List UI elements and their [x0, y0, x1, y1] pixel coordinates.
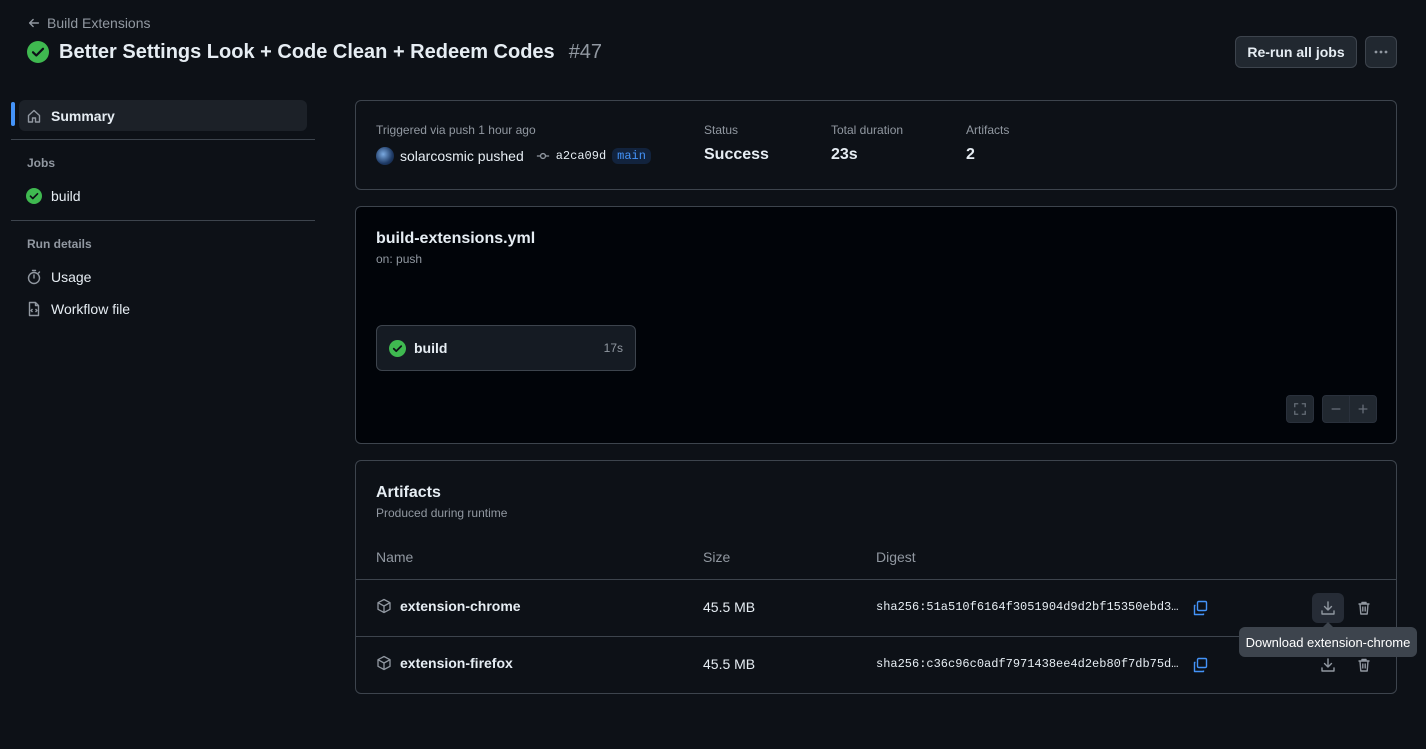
column-header-name: Name [376, 549, 414, 565]
sidebar-item-usage[interactable]: Usage [19, 261, 307, 292]
download-icon [1321, 601, 1335, 615]
rerun-all-jobs-button[interactable]: Re-run all jobs [1235, 36, 1357, 68]
stopwatch-icon [27, 269, 41, 284]
artifact-name-label[interactable]: extension-chrome [400, 598, 521, 614]
artifact-size: 45.5 MB [703, 599, 756, 615]
job-name: build [414, 340, 448, 356]
run-number: #47 [568, 40, 603, 63]
file-code-icon [28, 301, 40, 316]
download-artifact-button[interactable] [1312, 593, 1344, 623]
artifact-digest: sha256:c36c96c0adf7971438ee4d2eb80f7db75… [876, 657, 1181, 671]
minus-icon [1331, 408, 1341, 410]
page-title: Better Settings Look + Code Clean + Rede… [59, 40, 555, 63]
home-icon [27, 109, 41, 123]
zoom-out-button[interactable] [1322, 395, 1350, 423]
workflow-graph-panel: build-extensions.yml on: push build 17s [355, 206, 1397, 444]
copy-digest-button[interactable] [1184, 650, 1216, 680]
artifacts-subtitle: Produced during runtime [376, 506, 508, 520]
workflow-trigger: on: push [376, 252, 423, 266]
sidebar-item-label: Summary [51, 107, 115, 124]
zoom-in-button[interactable] [1349, 395, 1377, 423]
success-check-icon [27, 41, 49, 63]
sidebar-item-build[interactable]: build [19, 180, 307, 211]
copy-icon [1193, 600, 1208, 616]
artifacts-count-label: Artifacts [966, 123, 1010, 137]
active-indicator [11, 102, 15, 126]
column-header-digest: Digest [876, 549, 916, 565]
success-check-icon [26, 187, 42, 204]
job-duration: 17s [603, 341, 623, 355]
delete-artifact-button[interactable] [1348, 593, 1380, 623]
copy-icon [1193, 657, 1208, 673]
download-icon [1321, 658, 1335, 672]
trigger-text: Triggered via push 1 hour ago [376, 123, 536, 137]
fullscreen-icon [1294, 403, 1306, 415]
more-options-button[interactable] [1365, 36, 1397, 68]
sidebar-jobs-heading: Jobs [27, 156, 56, 170]
branch-badge[interactable]: main [612, 148, 651, 164]
back-link[interactable]: Build Extensions [27, 13, 151, 33]
status-label: Status [704, 123, 739, 137]
artifact-name[interactable]: extension-chrome [376, 598, 521, 614]
artifacts-panel: Artifacts Produced during runtime Name S… [355, 460, 1397, 694]
run-summary-panel: Triggered via push 1 hour ago solarcosmi… [355, 100, 1397, 190]
sidebar-divider [11, 139, 315, 140]
avatar[interactable] [376, 147, 394, 165]
artifact-name[interactable]: extension-firefox [376, 655, 513, 671]
artifact-digest: sha256:51a510f6164f3051904d9d2bf15350ebd… [876, 600, 1181, 614]
plus-icon [1358, 404, 1368, 414]
package-icon [377, 598, 391, 614]
actor-name[interactable]: solarcosmic pushed [400, 148, 524, 164]
trash-icon [1358, 601, 1370, 615]
workflow-file-name: build-extensions.yml [376, 230, 536, 247]
duration-value: 23s [831, 146, 858, 163]
artifacts-title: Artifacts [376, 484, 441, 501]
duration-label: Total duration [831, 123, 904, 137]
download-tooltip: Download extension-chrome [1239, 622, 1417, 657]
sidebar-item-label: Usage [51, 268, 92, 285]
package-icon [377, 655, 391, 671]
sidebar-item-workflow-file[interactable]: Workflow file [19, 293, 307, 324]
sidebar-divider [11, 220, 315, 221]
commit-sha-link[interactable]: a2ca09d [556, 149, 606, 163]
trash-icon [1358, 658, 1370, 672]
fullscreen-button[interactable] [1286, 395, 1314, 423]
back-link-label[interactable]: Build Extensions [47, 15, 151, 31]
git-commit-icon [536, 152, 549, 160]
kebab-horizontal-icon [1374, 50, 1388, 54]
run-title-row: Better Settings Look + Code Clean + Rede… [27, 38, 602, 66]
column-header-size: Size [703, 549, 731, 565]
sidebar-item-summary[interactable]: Summary [19, 100, 307, 131]
status-value: Success [704, 146, 769, 163]
arrow-left-icon [28, 18, 40, 28]
success-check-icon [389, 339, 406, 357]
sidebar-run-details-heading: Run details [27, 237, 92, 251]
sidebar-item-label: Workflow file [51, 300, 131, 317]
sidebar-item-label: build [51, 187, 81, 204]
artifact-name-label[interactable]: extension-firefox [400, 655, 513, 671]
artifact-size: 45.5 MB [703, 656, 756, 672]
trigger-details: solarcosmic pushed a2ca09d main [376, 147, 651, 165]
copy-digest-button[interactable] [1184, 593, 1216, 623]
artifacts-count-value[interactable]: 2 [966, 146, 975, 164]
table-row: extension-chrome 45.5 MB sha256:51a510f6… [356, 579, 1396, 636]
job-card-build[interactable]: build 17s [376, 325, 636, 371]
